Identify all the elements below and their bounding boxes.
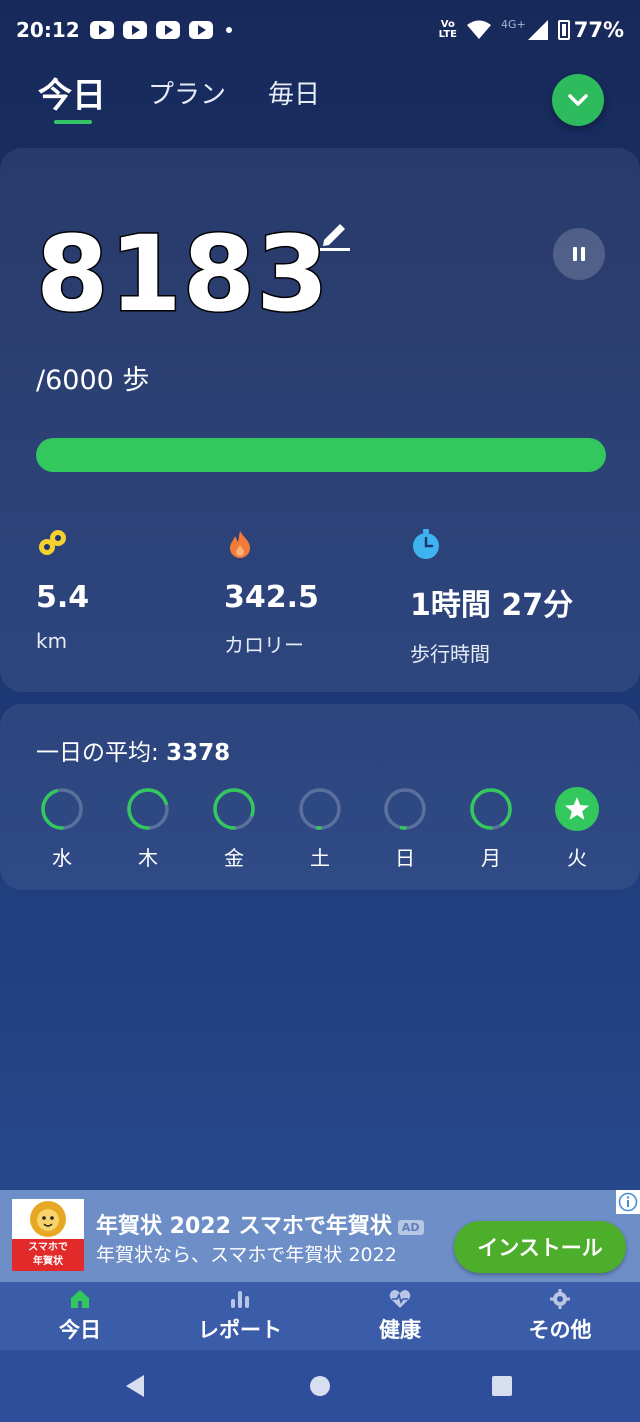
step-goal: /6000 歩	[36, 365, 150, 396]
daily-average-label: 一日の平均:	[36, 740, 167, 766]
walking-time-label: 歩行時間	[410, 642, 490, 666]
volte-bottom-text: LTE	[438, 29, 457, 40]
nav-item-report[interactable]: レポート	[160, 1282, 320, 1350]
collapse-button[interactable]	[552, 74, 604, 126]
system-navigation-bar	[0, 1350, 640, 1422]
day-progress-ring	[213, 788, 255, 830]
top-tabs: 今日 プラン 毎日	[38, 68, 320, 117]
tab-indicator	[54, 120, 92, 124]
battery-percent: 77%	[573, 18, 624, 42]
back-icon[interactable]	[124, 1374, 146, 1398]
ad-title[interactable]: 年賀状 2022 スマホで年賀状 AD	[96, 1208, 424, 1240]
youtube-notification-icon	[122, 21, 147, 39]
ad-title-text: 年賀状 2022 スマホで年賀状	[96, 1214, 392, 1239]
day-progress-ring	[41, 788, 83, 830]
calorie-label: カロリー	[224, 633, 304, 657]
lion-mascot-icon	[30, 1201, 66, 1237]
day-2[interactable]: 金	[204, 786, 264, 871]
calorie-value: 342.5	[224, 580, 319, 615]
recents-icon[interactable]	[491, 1374, 513, 1398]
distance-stat: 5.4 km	[36, 528, 89, 653]
status-indicators: Vo LTE 4G+ 77%	[439, 17, 624, 43]
day-0[interactable]: 水	[32, 786, 92, 871]
gear-icon	[550, 1289, 570, 1309]
day-label: 火	[567, 846, 587, 870]
youtube-notification-icon	[155, 21, 180, 39]
ad-badge: AD	[397, 1219, 424, 1235]
edit-icon[interactable]	[318, 218, 350, 252]
more-notifications-icon	[225, 27, 232, 33]
day-1[interactable]: 木	[118, 786, 178, 871]
day-progress-ring	[127, 788, 169, 830]
status-bar: 20:12 Vo LTE 4G+ 77%	[0, 0, 640, 60]
stopwatch-icon	[413, 529, 439, 559]
calorie-stat: 342.5 カロリー	[224, 528, 319, 658]
tab-daily[interactable]: 毎日	[268, 68, 320, 117]
home-button-icon[interactable]	[309, 1374, 331, 1398]
nav-label-today: 今日	[59, 1318, 101, 1342]
ad-info-button[interactable]	[616, 1190, 640, 1214]
ad-logo-line1: スマホで	[28, 1242, 68, 1253]
day-label: 水	[52, 846, 72, 870]
wifi-icon	[466, 20, 491, 39]
ad-description: 年賀状なら、スマホで年賀状 2022	[96, 1244, 397, 1266]
day-label: 日	[395, 846, 415, 870]
nav-label-health: 健康	[379, 1318, 421, 1342]
day-label: 月	[481, 846, 501, 870]
nav-item-health[interactable]: 健康	[320, 1282, 480, 1350]
day-progress-ring	[384, 788, 426, 830]
distance-icon	[39, 530, 66, 555]
network-type-label: 4G+	[500, 17, 526, 31]
nav-label-more: その他	[528, 1318, 592, 1342]
step-progress-fill	[36, 438, 606, 472]
youtube-notification-icon	[188, 21, 213, 39]
signal-icon	[527, 20, 548, 40]
bottom-nav: 今日 レポート 健康 その他	[0, 1282, 640, 1350]
day-label: 土	[310, 846, 330, 870]
tab-today[interactable]: 今日	[38, 68, 106, 117]
distance-label: km	[36, 629, 68, 653]
info-icon	[618, 1192, 638, 1212]
ad-logo-image	[12, 1199, 84, 1239]
step-count: 8183	[34, 213, 330, 335]
flame-icon	[230, 531, 250, 558]
volte-icon: Vo LTE	[439, 20, 457, 40]
day-6[interactable]: 火	[547, 786, 607, 871]
pause-button[interactable]	[553, 228, 605, 280]
daily-average: 一日の平均: 3378	[36, 733, 230, 767]
day-progress-ring	[470, 788, 512, 830]
nav-item-more[interactable]: その他	[480, 1282, 640, 1350]
pause-icon	[573, 247, 585, 261]
ad-logo-caption: スマホで 年賀状	[12, 1239, 84, 1271]
ad-install-button[interactable]: インストール	[454, 1221, 626, 1273]
status-time: 20:12	[16, 18, 80, 42]
step-progress-bar	[36, 438, 606, 472]
day-3[interactable]: 土	[290, 786, 350, 871]
bar-chart-icon	[231, 1291, 249, 1308]
day-label: 木	[138, 846, 158, 870]
star-icon	[555, 787, 599, 831]
daily-average-value: 3378	[166, 740, 231, 766]
walking-time-stat: 1時間 27分 歩行時間	[410, 528, 573, 667]
tab-plan[interactable]: プラン	[148, 68, 226, 117]
chevron-down-icon	[568, 94, 588, 106]
day-progress-ring	[299, 788, 341, 830]
home-icon	[71, 1290, 89, 1308]
battery-icon	[557, 20, 570, 40]
heart-pulse-icon	[389, 1290, 411, 1308]
nav-item-today[interactable]: 今日	[0, 1282, 160, 1350]
ad-logo-line2: 年賀状	[33, 1256, 63, 1267]
distance-value: 5.4	[36, 580, 90, 615]
day-5[interactable]: 月	[461, 786, 521, 871]
walking-time-value: 1時間 27分	[410, 588, 574, 623]
day-label: 金	[224, 846, 244, 870]
day-4[interactable]: 日	[375, 786, 435, 871]
nav-label-report: レポート	[198, 1318, 282, 1342]
youtube-notification-icon	[89, 21, 114, 39]
ad-logo: スマホで 年賀状	[12, 1199, 84, 1271]
